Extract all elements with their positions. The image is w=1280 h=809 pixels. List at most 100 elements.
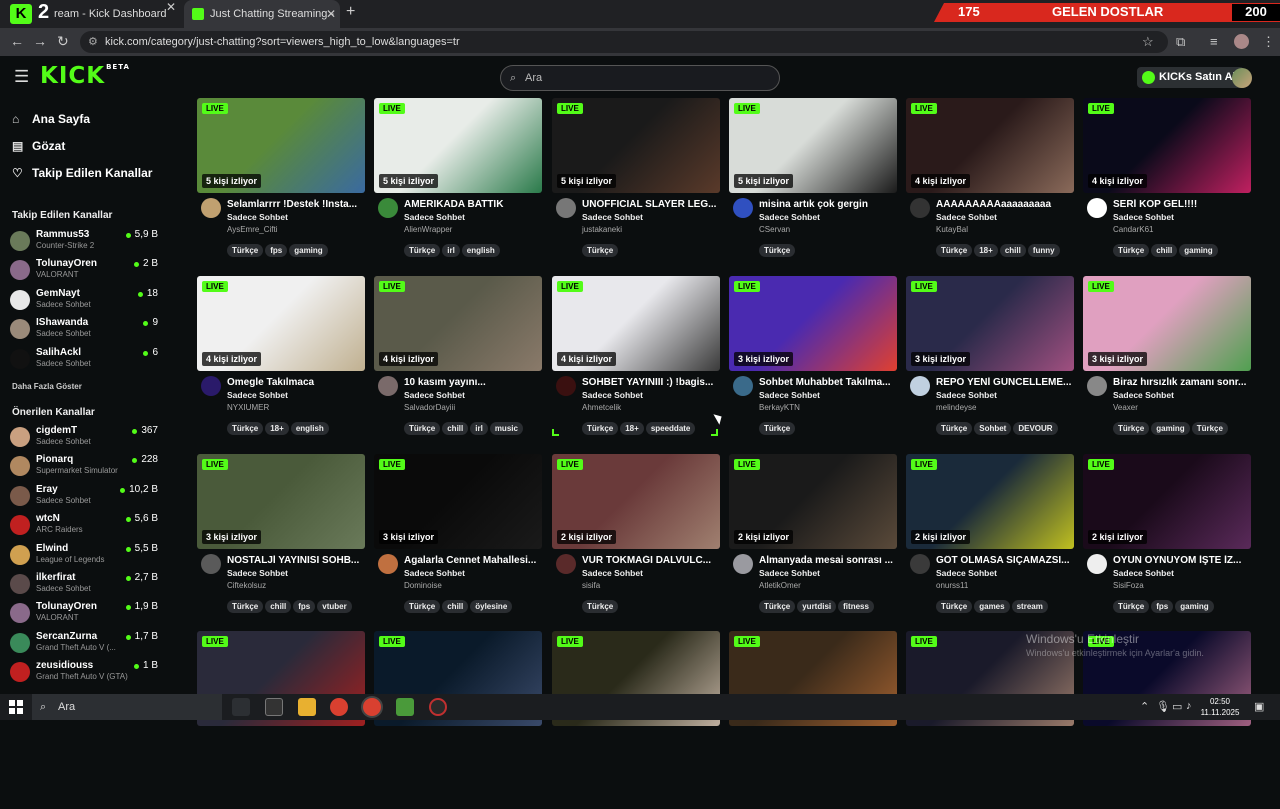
stream-thumbnail[interactable]: LIVE 5 kişi izliyor [552, 98, 720, 193]
tab-kick-dashboard[interactable]: ream - Kick Dashboard [54, 0, 184, 28]
stream-title[interactable]: Selamlarrrr !Destek !Insta... [227, 199, 363, 210]
stream-card[interactable]: LIVE 2 kişi izliyor OYUN OYNUYOM İŞTE İZ..… [1083, 454, 1251, 632]
tag-chip[interactable]: Türkçe [759, 422, 796, 435]
clock[interactable]: 02:50 11.11.2025 [1200, 696, 1240, 718]
stream-title[interactable]: Omegle Takılmaca [227, 377, 363, 388]
stream-title[interactable]: OYUN OYNUYOM İŞTE İZ... [1113, 555, 1249, 566]
streamer-name[interactable]: Veaxer [1113, 403, 1138, 412]
tag-chip[interactable]: Türkçe [1191, 422, 1228, 435]
channel-row[interactable]: zeusidiouss Grand Theft Auto V (GTA) 1 B [10, 658, 180, 684]
stream-category[interactable]: Sadece Sohbet [404, 390, 465, 400]
tag-chip[interactable]: yurtdisi [797, 600, 837, 613]
tag-chip[interactable]: Türkçe [759, 244, 796, 257]
tag-chip[interactable]: gaming [289, 244, 328, 257]
channel-row[interactable]: TolunayOren VALORANT 2 B [10, 256, 180, 282]
streamer-name[interactable]: Ahmetcelik [582, 403, 621, 412]
tag-chip[interactable]: irl [470, 422, 488, 435]
stream-thumbnail[interactable]: LIVE 5 kişi izliyor [729, 98, 897, 193]
tag-chip[interactable]: Türkçe [582, 422, 619, 435]
stream-thumbnail[interactable]: LIVE 5 kişi izliyor [197, 98, 365, 193]
stream-card[interactable]: LIVE 2 kişi izliyor Almanyada mesai sonras… [729, 454, 897, 632]
streamer-name[interactable]: KutayBal [936, 225, 968, 234]
tag-chip[interactable]: games [974, 600, 1010, 613]
tag-chip[interactable]: irl [442, 244, 460, 257]
streamer-avatar[interactable] [556, 554, 576, 574]
tag-chip[interactable]: fps [293, 600, 316, 613]
tag-chip[interactable]: Türkçe [1113, 422, 1150, 435]
streamer-name[interactable]: AysEmre_Cifti [227, 225, 278, 234]
stream-thumbnail[interactable]: LIVE 3 kişi izliyor [729, 276, 897, 371]
tag-chip[interactable]: Türkçe [404, 422, 441, 435]
stream-thumbnail[interactable]: LIVE 2 kişi izliyor [906, 454, 1074, 549]
stream-thumbnail[interactable]: LIVE 2 kişi izliyor [729, 454, 897, 549]
stream-thumbnail[interactable]: LIVE 4 kişi izliyor [552, 276, 720, 371]
stream-category[interactable]: Sadece Sohbet [227, 212, 288, 222]
tag-chip[interactable]: 18+ [620, 422, 644, 435]
stream-category[interactable]: Sadece Sohbet [1113, 568, 1174, 578]
stream-card[interactable]: LIVE 3 kişi izliyor Biraz hırsızlık zamanı… [1083, 276, 1251, 454]
kick-logo[interactable]: KICKBETA [40, 63, 130, 89]
streamer-name[interactable]: CServan [759, 225, 790, 234]
tag-chip[interactable]: english [461, 244, 500, 257]
stream-category[interactable]: Sadece Sohbet [759, 390, 820, 400]
tag-chip[interactable]: Türkçe [404, 244, 441, 257]
tag-chip[interactable]: Sohbet [974, 422, 1012, 435]
search-input[interactable]: ⌕ Ara [500, 65, 780, 91]
stream-category[interactable]: Sadece Sohbet [582, 390, 643, 400]
streamer-avatar[interactable] [733, 198, 753, 218]
stream-thumbnail[interactable]: LIVE 4 kişi izliyor [906, 98, 1074, 193]
forward-icon[interactable]: → [33, 33, 47, 49]
streamer-name[interactable]: AlienWrapper [404, 225, 452, 234]
tag-chip[interactable]: Türkçe [582, 244, 619, 257]
stream-title[interactable]: SOHBET YAYINIII :) !bagis... [582, 377, 718, 388]
network-icon[interactable]: ▭ [1172, 700, 1182, 713]
stream-title[interactable]: Biraz hırsızlık zamanı sonr... [1113, 377, 1249, 388]
stream-card[interactable]: LIVE 2 kişi izliyor GÖT OLMASA SIÇAMAZSI..… [906, 454, 1074, 632]
media-icon[interactable]: ≡ [1210, 34, 1218, 49]
stream-card[interactable]: LIVE 3 kişi izliyor NOSTALJİ YAYINISI SOHB… [197, 454, 365, 632]
new-tab-icon[interactable]: + [346, 3, 355, 21]
channel-row[interactable]: Rammus53 Counter-Strike 2 5,9 B [10, 227, 180, 253]
stream-card[interactable]: LIVE [374, 631, 542, 809]
url-field[interactable]: ⚙ kick.com/category/just-chatting?sort=v… [80, 31, 1168, 53]
channel-row[interactable]: Eray Sadece Sohbet 10,2 B [10, 482, 180, 508]
sidebar-item-browse[interactable]: ▤ Gözat [12, 139, 65, 153]
stream-category[interactable]: Sadece Sohbet [759, 212, 820, 222]
channel-row[interactable]: SercanZurna Grand Theft Auto V (... 1,7 B [10, 629, 180, 655]
streamer-avatar[interactable] [378, 554, 398, 574]
streamer-name[interactable]: Dominoise [404, 581, 442, 590]
app-icon[interactable] [265, 698, 283, 716]
streamer-avatar[interactable] [910, 376, 930, 396]
volume-icon[interactable]: ♪ [1186, 700, 1192, 712]
streamer-avatar[interactable] [910, 198, 930, 218]
stream-title[interactable]: Almanyada mesai sonrası ... [759, 555, 895, 566]
stream-card[interactable]: LIVE 4 kişi izliyor Omegle Takılmaca Sadece… [197, 276, 365, 454]
tag-chip[interactable]: DEVOUR [1013, 422, 1058, 435]
tag-chip[interactable]: english [290, 422, 329, 435]
streamer-name[interactable]: justakaneki [582, 225, 622, 234]
stream-category[interactable]: Sadece Sohbet [759, 568, 820, 578]
streamer-name[interactable]: onurss11 [936, 581, 968, 590]
obs-icon[interactable] [429, 698, 447, 716]
menu-kebab-icon[interactable]: ⋮ [1262, 34, 1275, 50]
stream-card[interactable]: LIVE 2 kişi izliyor VUR TOKMAĞI DALVULC...… [552, 454, 720, 632]
tag-chip[interactable]: fps [265, 244, 288, 257]
streamer-avatar[interactable] [378, 198, 398, 218]
channel-row[interactable]: SalihAckl Sadece Sohbet 6 [10, 345, 180, 371]
streamer-name[interactable]: NYXIUMER [227, 403, 269, 412]
microphone-icon[interactable]: 🎙 [1156, 700, 1170, 713]
windows-start-icon[interactable] [9, 700, 23, 714]
file-explorer-icon[interactable] [298, 698, 316, 716]
streamer-avatar[interactable] [1087, 376, 1107, 396]
tag-chip[interactable]: Türkçe [227, 600, 264, 613]
streamer-name[interactable]: Ciftekolsuz [227, 581, 266, 590]
stream-card[interactable]: LIVE 4 kişi izliyor AAAAAAAAAaaaaaaaaa Sade… [906, 98, 1074, 276]
stream-card[interactable]: LIVE 3 kişi izliyor Agalarla Cennet Mahall… [374, 454, 542, 632]
site-info-icon[interactable]: ⚙ [88, 31, 98, 53]
stream-category[interactable]: Sadece Sohbet [404, 568, 465, 578]
stream-thumbnail[interactable]: LIVE 3 kişi izliyor [1083, 276, 1251, 371]
channel-row[interactable]: Pionarq Supermarket Simulator 228 [10, 452, 180, 478]
streamer-avatar[interactable] [910, 554, 930, 574]
stream-card[interactable]: LIVE 5 kişi izliyor AMERIKADA BATTIK Sadece… [374, 98, 542, 276]
stream-card[interactable]: LIVE [729, 631, 897, 809]
